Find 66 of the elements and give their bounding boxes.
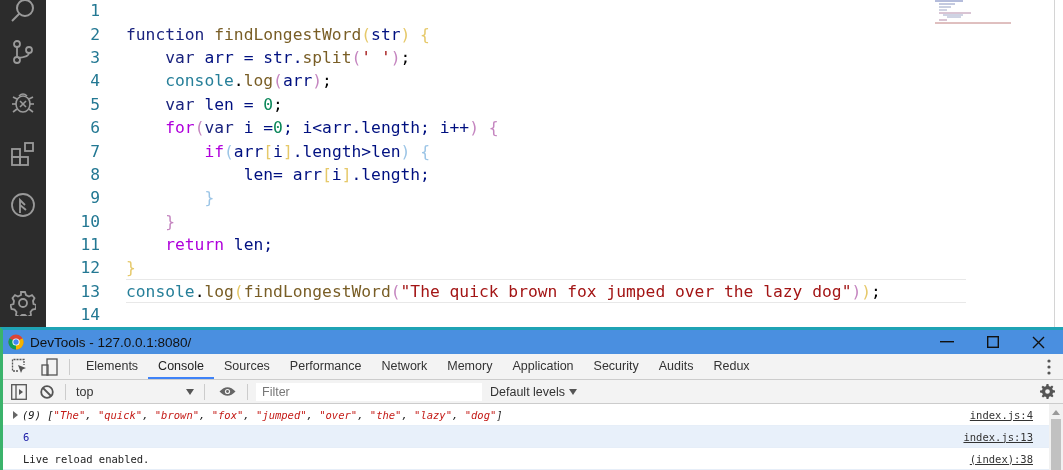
panel-tab[interactable]: Network — [371, 354, 438, 379]
caret-icon — [569, 388, 578, 395]
panel-tab[interactable]: Security — [583, 354, 649, 379]
extensions-icon[interactable] — [10, 140, 36, 167]
code-line: } — [126, 258, 136, 278]
source-link[interactable]: index.js:13 — [963, 430, 1033, 443]
line-number: 11 — [79, 235, 100, 255]
sidebar-toggle-icon[interactable] — [11, 383, 27, 400]
expand-triangle-icon[interactable] — [13, 410, 18, 419]
panel-tab[interactable]: Sources — [214, 354, 280, 379]
line-number: 13 — [79, 281, 100, 301]
clear-console-icon[interactable] — [40, 384, 54, 399]
code-line: return len; — [164, 235, 274, 255]
line-number: 5 — [89, 94, 100, 114]
levels-dropdown[interactable]: Default levels — [490, 384, 578, 399]
line-number: 7 — [89, 141, 100, 161]
source-link[interactable]: index.js:4 — [969, 408, 1033, 421]
console-message: Live reload enabled. — [23, 452, 150, 465]
line-number: 14 — [79, 305, 100, 325]
settings-icon[interactable] — [1040, 384, 1055, 399]
search-icon[interactable] — [10, 0, 36, 23]
code-line: function findLongestWord(str) { — [126, 24, 430, 44]
device-toolbar-icon[interactable] — [41, 357, 58, 376]
panel-tab[interactable]: Application — [502, 354, 584, 379]
line-number: 10 — [79, 211, 100, 231]
line-number: 12 — [79, 258, 100, 278]
window-title: DevTools - 127.0.0.1:8080/ — [30, 334, 192, 350]
code-line: console.log(arr); — [164, 71, 332, 91]
more-options-icon[interactable] — [1047, 358, 1051, 375]
line-number: 8 — [89, 164, 100, 184]
remote-icon[interactable] — [10, 191, 36, 218]
code-line: if(arr[i].length>len) { — [203, 141, 430, 161]
console-message: 6 — [23, 430, 30, 443]
eye-icon[interactable] — [219, 386, 236, 397]
source-link[interactable]: (index):38 — [969, 452, 1033, 465]
line-number: 1 — [89, 1, 100, 21]
scrollbar-thumb[interactable] — [1051, 419, 1061, 470]
browser-logo-icon — [8, 334, 24, 350]
line-number: 9 — [89, 188, 100, 208]
code-line: var len = 0; — [164, 94, 283, 114]
panel-tab[interactable]: Elements — [76, 354, 149, 379]
code-line: for(var i =0; i<arr.length; i++) { — [164, 118, 499, 138]
code-line: } — [164, 211, 175, 231]
caret-icon — [186, 388, 194, 395]
panel-tab[interactable]: Redux — [703, 354, 760, 379]
filter-input[interactable]: Filter — [256, 382, 482, 401]
code-line: console.log(findLongestWord("The quick brown fox jumped over the lazy dog")); — [126, 281, 881, 301]
maximize-icon[interactable] — [987, 336, 999, 348]
minimize-icon[interactable] — [940, 341, 954, 343]
line-number: 6 — [89, 118, 100, 138]
code-line: var arr = str.split(' '); — [164, 47, 411, 67]
console-message: (9) ["The", "quick", "brown", "fox", "jumped", "over", "the", "lazy", "dog"] — [22, 408, 503, 421]
settings-icon[interactable] — [10, 290, 36, 316]
panel-tab[interactable]: Audits — [648, 354, 704, 379]
inspect-icon[interactable] — [11, 358, 28, 375]
code-line: } — [203, 188, 215, 208]
context-dropdown[interactable]: top — [72, 384, 198, 399]
code-line: len= arr[i].length; — [242, 164, 430, 184]
panel-tab[interactable]: Performance — [279, 354, 372, 379]
scrollbar[interactable] — [1049, 404, 1063, 470]
line-number: 4 — [89, 71, 100, 91]
line-number: 3 — [89, 47, 100, 67]
panel-tab[interactable]: Memory — [437, 354, 503, 379]
source-control-icon[interactable] — [10, 38, 36, 65]
close-icon[interactable] — [1032, 335, 1045, 349]
line-number: 2 — [89, 24, 100, 44]
